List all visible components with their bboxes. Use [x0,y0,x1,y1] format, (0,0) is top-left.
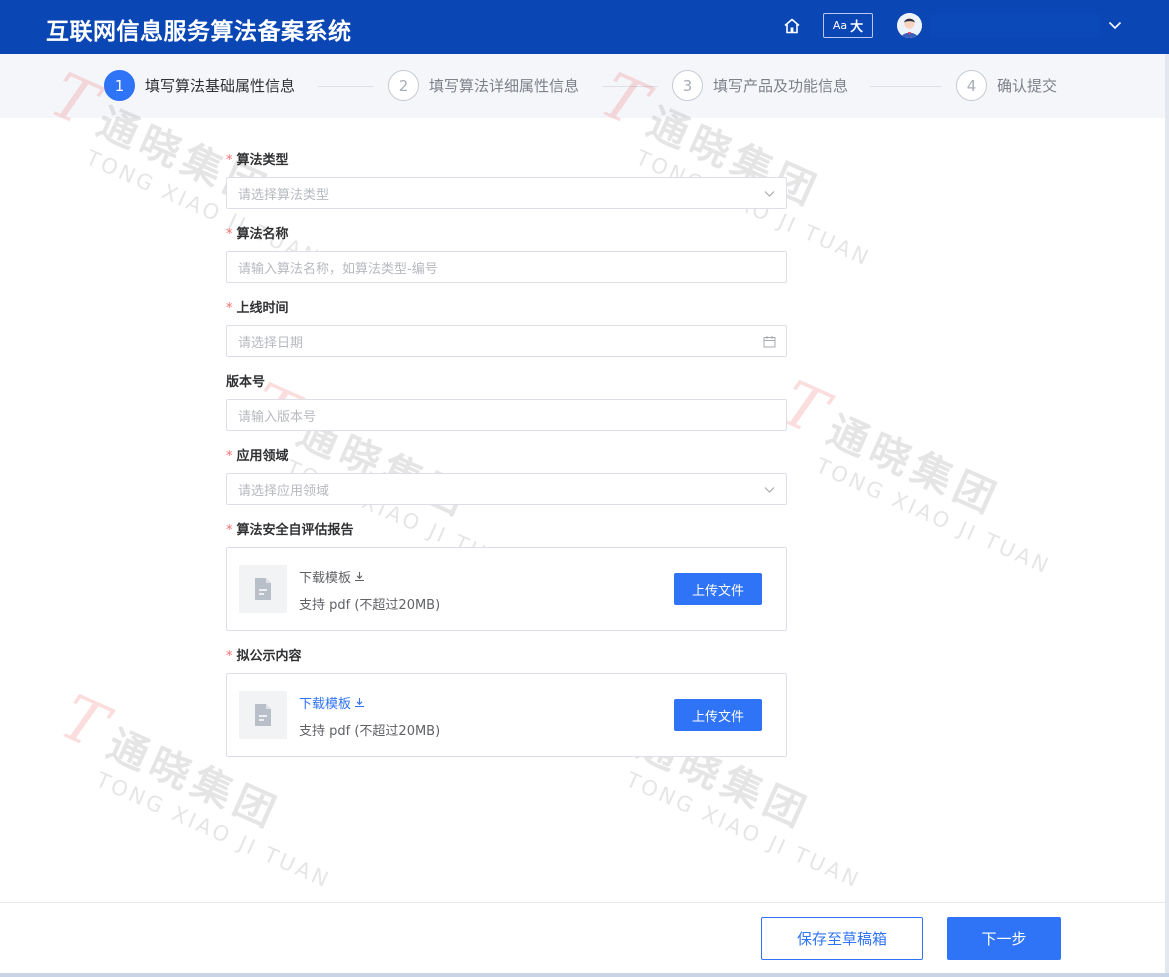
required-mark: * [226,523,233,538]
launch-date-picker[interactable]: 请选择日期 [226,325,787,357]
upload-button[interactable]: 上传文件 [674,573,762,605]
watermark-subtext: TONG XIAO JI TUAN [92,767,335,893]
form-item-algo-type: * 算法类型 请选择算法类型 [226,152,787,209]
upload-hint: 支持 pdf (不超过20MB) [299,598,441,613]
step-2: 2 填写算法详细属性信息 [388,70,579,101]
watermark: T 通晓集团 TONG XIAO JI TUAN [761,366,1083,579]
download-template-link[interactable]: 下载模板 [299,693,365,712]
form-item-public-content: * 拟公示内容 下载模板 支持 pdf (不超过20MB) 上传文件 [226,648,787,757]
download-icon [355,572,365,582]
domain-label: 应用领域 [236,449,289,464]
download-template-text: 下载模板 [299,697,352,712]
font-toggle-big: 大 [850,20,864,35]
domain-select[interactable]: 请选择应用领域 [226,473,787,505]
form-label: * 应用领域 [226,448,787,466]
steps-bar: 1 填写算法基础属性信息 2 填写算法详细属性信息 3 填写产品及功能信息 4 … [0,54,1169,118]
download-template-text: 下载模板 [299,571,352,586]
form-label: * 上线时间 [226,300,787,318]
step-number: 2 [388,70,419,101]
step-connector [602,86,658,87]
step-4: 4 确认提交 [956,70,1057,101]
form-item-launch-date: * 上线时间 请选择日期 [226,300,787,357]
watermark-subtext: TONG XIAO JI TUAN [622,767,865,893]
upload-hint: 支持 pdf (不超过20MB) [299,724,441,739]
watermark-subtext: TONG XIAO JI TUAN [812,453,1055,579]
required-mark: * [226,449,233,464]
version-label: 版本号 [226,375,266,390]
download-template-link[interactable]: 下载模板 [299,567,365,586]
security-report-label: 算法安全自评估报告 [236,523,354,538]
domain-placeholder: 请选择应用领域 [238,483,330,499]
version-input[interactable]: 请输入版本号 [226,399,787,431]
font-toggle-small: Aa [832,19,848,32]
step-label: 确认提交 [997,77,1058,95]
step-number: 4 [956,70,987,101]
public-content-label: 拟公示内容 [236,649,302,664]
font-size-toggle[interactable]: Aa 大 [823,13,873,38]
required-mark: * [226,227,233,242]
security-report-upload: 下载模板 支持 pdf (不超过20MB) 上传文件 [226,547,787,631]
algo-name-input[interactable]: 请输入算法名称，如算法类型-编号 [226,251,787,283]
launch-date-placeholder: 请选择日期 [238,335,304,351]
algo-type-placeholder: 请选择算法类型 [238,187,330,203]
scrollbar[interactable] [1165,54,1169,973]
calendar-icon [763,336,776,348]
save-draft-button[interactable]: 保存至草稿箱 [761,917,923,960]
home-icon[interactable] [782,16,802,36]
launch-date-label: 上线时间 [236,301,289,316]
footer-divider [0,902,1169,903]
step-connector [318,86,374,87]
form-item-security-report: * 算法安全自评估报告 下载模板 支持 pdf (不超过20MB) 上传文件 [226,522,787,631]
step-number: 1 [104,70,135,101]
algo-type-select[interactable]: 请选择算法类型 [226,177,787,209]
step-label: 填写算法基础属性信息 [145,77,296,95]
step-3: 3 填写产品及功能信息 [672,70,848,101]
form-item-domain: * 应用领域 请选择应用领域 [226,448,787,505]
download-icon [355,698,365,708]
form-label: * 算法安全自评估报告 [226,522,787,540]
watermark-text: 通晓集团 [820,407,1008,525]
next-step-button[interactable]: 下一步 [947,917,1061,960]
user-name-area[interactable] [930,14,1100,38]
step-1: 1 填写算法基础属性信息 [104,70,295,101]
file-icon [239,691,287,739]
app-title: 互联网信息服务算法备案系统 [46,19,352,45]
algo-type-label: 算法类型 [236,153,289,168]
user-avatar[interactable] [897,13,922,38]
chevron-down-icon [764,487,775,493]
form-item-algo-name: * 算法名称 请输入算法名称，如算法类型-编号 [226,226,787,283]
watermark-logo: T [50,680,118,764]
algo-name-label: 算法名称 [236,227,289,242]
required-mark: * [226,649,233,664]
window-bottom-edge [0,973,1169,977]
form-label: * 拟公示内容 [226,648,787,666]
form-label: * 算法类型 [226,152,787,170]
chevron-down-icon [764,191,775,197]
algo-name-placeholder: 请输入算法名称，如算法类型-编号 [238,261,438,277]
form-label: * 算法名称 [226,226,787,244]
step-label: 填写算法详细属性信息 [429,77,580,95]
top-header: 互联网信息服务算法备案系统 Aa 大 [0,0,1169,54]
chevron-down-icon[interactable] [1106,16,1124,34]
required-mark: * [226,153,233,168]
upload-button[interactable]: 上传文件 [674,699,762,731]
file-icon [239,565,287,613]
public-content-upload: 下载模板 支持 pdf (不超过20MB) 上传文件 [226,673,787,757]
step-number: 3 [672,70,703,101]
step-label: 填写产品及功能信息 [713,77,849,95]
version-placeholder: 请输入版本号 [238,409,317,425]
step-connector [870,86,942,87]
required-mark: * [226,301,233,316]
form-item-version: 版本号 请输入版本号 [226,374,787,431]
